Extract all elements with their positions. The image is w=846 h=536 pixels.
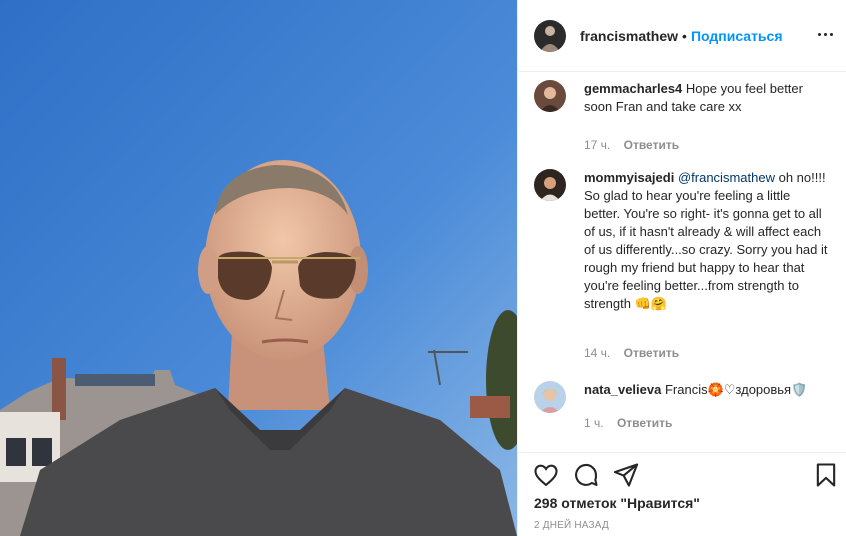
post-actions-bar [518,452,846,500]
commenter-username[interactable]: mommyisajedi [584,170,674,185]
post-side-panel: francismathew • Подписаться gemmacharles… [517,0,846,536]
commenter-avatar[interactable] [534,381,566,413]
comment-time[interactable]: 1 ч. [584,416,604,430]
mention-link[interactable]: @francismathew [678,170,775,185]
bookmark-icon[interactable] [812,461,840,489]
comments-list[interactable]: gemmacharles4 Hope you feel better soon … [518,72,846,452]
commenter-avatar[interactable] [534,80,566,112]
comment-meta: 14 ч. Ответить [584,346,679,360]
more-dots-icon[interactable] [815,24,835,44]
post-date[interactable]: 2 ДНЕЙ НАЗАД [534,520,609,531]
author-username[interactable]: francismathew [580,28,678,44]
comment-bubble-icon[interactable] [572,461,600,489]
reply-button[interactable]: Ответить [617,416,672,430]
follow-button[interactable]: Подписаться [691,28,783,44]
commenter-username[interactable]: nata_velieva [584,382,661,397]
post-header: francismathew • Подписаться [518,0,846,72]
comment-time[interactable]: 17 ч. [584,138,610,152]
selfie-image [0,0,517,536]
header-separator: • [682,27,687,44]
comment-meta: 1 ч. Ответить [584,416,672,430]
commenter-avatar[interactable] [534,169,566,201]
reply-button[interactable]: Ответить [624,138,679,152]
paper-plane-icon[interactable] [612,461,640,489]
post-photo[interactable] [0,0,517,536]
heart-icon[interactable] [532,461,560,489]
comment-body: oh no!!!! So glad to hear you're feeling… [584,170,828,311]
author-avatar[interactable] [534,19,566,52]
comment-text: gemmacharles4 Hope you feel better soon … [584,80,830,116]
likes-count[interactable]: 298 отметок "Нравится" [534,495,700,511]
comment-text: nata_velieva Francis🏵️♡здоровья🛡️ [584,381,830,399]
comment-body: Francis🏵️♡здоровья🛡️ [664,382,808,397]
comment-time[interactable]: 14 ч. [584,346,610,360]
reply-button[interactable]: Ответить [624,346,679,360]
commenter-username[interactable]: gemmacharles4 [584,81,682,96]
comment-meta: 17 ч. Ответить [584,138,679,152]
comment-text: mommyisajedi @francismathew oh no!!!! So… [584,169,830,313]
